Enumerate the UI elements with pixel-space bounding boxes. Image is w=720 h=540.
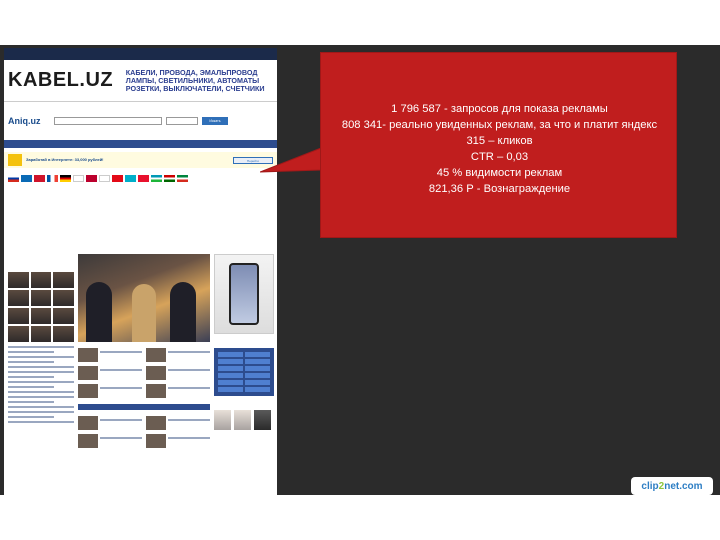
flag-icon[interactable] bbox=[151, 175, 162, 182]
flag-icon[interactable] bbox=[47, 175, 58, 182]
search-input[interactable] bbox=[54, 117, 162, 125]
flag-icon[interactable] bbox=[99, 175, 110, 182]
flag-icon[interactable] bbox=[164, 175, 175, 182]
search-row: Aniq.uz Искать bbox=[4, 110, 277, 132]
flag-icon[interactable] bbox=[138, 175, 149, 182]
presentation-slide: KABEL.UZ КАБЕЛИ, ПРОВОДА, ЭМАЛЬПРОВОД ЛА… bbox=[0, 0, 720, 540]
kabel-logo: KABEL.UZ bbox=[8, 69, 114, 91]
stats-callout: 1 796 587 - запросов для показа рекламы … bbox=[320, 52, 677, 238]
ad-title[interactable]: Заработай в Интернете: 33,000 рублей! bbox=[26, 157, 104, 162]
kabel-slogan: КАБЕЛИ, ПРОВОДА, ЭМАЛЬПРОВОД ЛАМПЫ, СВЕТ… bbox=[125, 67, 265, 93]
callout-line-impressions: 808 341- реально увиденных реклам, за чт… bbox=[341, 119, 658, 131]
flag-icon[interactable] bbox=[125, 175, 136, 182]
category-nav[interactable] bbox=[4, 132, 277, 140]
flag-icon[interactable] bbox=[177, 175, 188, 182]
search-button[interactable]: Искать bbox=[202, 117, 228, 125]
right-column bbox=[214, 254, 274, 495]
site-logo[interactable]: Aniq.uz bbox=[8, 116, 50, 126]
callout-line-reward: 821,36 Р - Вознаграждение bbox=[428, 183, 571, 195]
people-photo-grid[interactable] bbox=[8, 272, 74, 342]
watermark-part-3: net.com bbox=[664, 480, 703, 492]
ad-icon bbox=[8, 154, 22, 166]
flag-icon[interactable] bbox=[86, 175, 97, 182]
middle-column bbox=[78, 254, 210, 495]
callout-line-ctr: CTR – 0,03 bbox=[470, 151, 529, 163]
callout-text: 1 796 587 - запросов для показа рекламы … bbox=[321, 101, 678, 197]
flag-icon[interactable] bbox=[60, 175, 71, 182]
language-flags[interactable] bbox=[4, 173, 277, 183]
flag-icon[interactable] bbox=[112, 175, 123, 182]
secondary-nav[interactable] bbox=[4, 140, 277, 148]
product-photos[interactable] bbox=[214, 410, 274, 430]
left-column bbox=[8, 254, 74, 495]
quick-links-grid[interactable] bbox=[214, 348, 274, 396]
callout-line-requests: 1 796 587 - запросов для показа рекламы bbox=[391, 103, 608, 115]
callout-line-clicks: 315 – кликов bbox=[466, 135, 533, 147]
watermark-part-1: clip bbox=[641, 480, 659, 492]
flag-icon[interactable] bbox=[34, 175, 45, 182]
content-columns bbox=[4, 254, 277, 495]
search-scope-select[interactable] bbox=[166, 117, 198, 125]
site-topbar bbox=[4, 48, 277, 60]
flag-icon[interactable] bbox=[8, 175, 19, 182]
callout-line-visibility: 45 % видимости реклам bbox=[436, 167, 563, 179]
callout-pointer bbox=[260, 148, 322, 173]
left-news-list[interactable] bbox=[8, 346, 74, 423]
text-ad-block[interactable]: Заработай в Интернете: 33,000 рублей! Пе… bbox=[4, 152, 277, 168]
news-grid[interactable] bbox=[78, 348, 210, 398]
ad-text[interactable]: Заработай в Интернете: 33,000 рублей! bbox=[26, 157, 229, 163]
flag-icon[interactable] bbox=[73, 175, 84, 182]
hero-news-photo[interactable] bbox=[78, 254, 210, 342]
watermark-logo: clip 2 net.com bbox=[631, 477, 713, 495]
phone-image bbox=[229, 263, 259, 325]
website-screenshot: KABEL.UZ КАБЕЛИ, ПРОВОДА, ЭМАЛЬПРОВОД ЛА… bbox=[4, 48, 277, 495]
kabel-banner[interactable]: KABEL.UZ КАБЕЛИ, ПРОВОДА, ЭМАЛЬПРОВОД ЛА… bbox=[4, 60, 277, 102]
news-grid-2[interactable] bbox=[78, 416, 210, 448]
section-header-bar bbox=[78, 404, 210, 410]
flag-icon[interactable] bbox=[21, 175, 32, 182]
phone-ad-banner[interactable] bbox=[214, 254, 274, 334]
